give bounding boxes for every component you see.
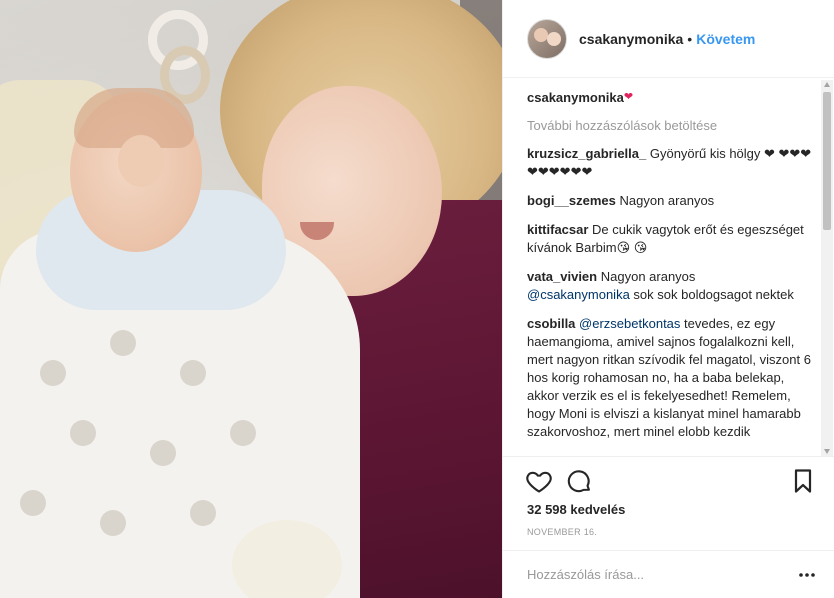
- comment-mention-link[interactable]: @csakanymonika: [527, 287, 630, 302]
- blanket-dot: [190, 500, 216, 526]
- follow-button[interactable]: Követem: [696, 31, 755, 47]
- heart-outline-icon[interactable]: [525, 467, 553, 495]
- comment-item: bogi__szemes Nagyon aranyos: [527, 192, 819, 210]
- caption: csakanymonika❤: [527, 88, 819, 107]
- post-date[interactable]: NOVEMBER 16.: [527, 527, 597, 537]
- comment-text: Nagyon aranyos: [619, 193, 715, 208]
- blanket-dot: [40, 360, 66, 386]
- comment-username[interactable]: vata_vivien: [527, 269, 597, 284]
- post-actions-bar: [503, 456, 834, 504]
- comment-bubble-icon[interactable]: [565, 467, 593, 495]
- scrollbar-thumb[interactable]: [823, 92, 831, 230]
- comment-input[interactable]: [527, 567, 767, 582]
- post-details-panel: csakanymonika • Követem csakanymonika❤ T…: [502, 0, 834, 598]
- blanket-dot: [180, 360, 206, 386]
- baby-fist: [118, 135, 164, 187]
- post-header: csakanymonika • Követem: [503, 0, 834, 78]
- blanket-dot: [70, 420, 96, 446]
- comment-username[interactable]: csobilla: [527, 316, 575, 331]
- comment-item: vata_vivien Nagyon aranyos @csakanymonik…: [527, 268, 819, 304]
- blanket-dot: [110, 330, 136, 356]
- comments-scrollbar[interactable]: [821, 80, 833, 456]
- comment-text: Nagyon aranyos: [600, 269, 696, 284]
- blanket-dot: [230, 420, 256, 446]
- comment-item: csobilla @erzsebetkontas tevedes, ez egy…: [527, 315, 819, 441]
- comment-text: tevedes, ez egy haemangioma, amivel sajn…: [527, 316, 811, 439]
- header-separator: •: [687, 30, 693, 47]
- add-comment-bar: [503, 550, 834, 598]
- comment-item: kittifacsar De cukik vagytok erőt és ege…: [527, 221, 819, 257]
- comment-mention-link[interactable]: @erzsebetkontas: [579, 316, 680, 331]
- comment-username[interactable]: bogi__szemes: [527, 193, 616, 208]
- blanket-dot: [150, 440, 176, 466]
- heart-emoji-icon: ❤: [623, 91, 634, 103]
- more-options-icon[interactable]: [797, 565, 817, 585]
- load-more-comments-button[interactable]: További hozzászólások betöltése: [527, 117, 819, 135]
- scroll-down-arrow-icon[interactable]: [824, 449, 830, 454]
- comment-username[interactable]: kittifacsar: [527, 222, 588, 237]
- avatar[interactable]: [527, 18, 567, 59]
- post-photo[interactable]: [0, 0, 502, 598]
- caption-username[interactable]: csakanymonika: [527, 90, 624, 105]
- comment-text: sok sok boldogsagot nektek: [633, 287, 794, 302]
- blanket-dot: [20, 490, 46, 516]
- scroll-up-arrow-icon[interactable]: [824, 82, 830, 87]
- header-username[interactable]: csakanymonika: [579, 31, 683, 47]
- likes-count[interactable]: 32 598 kedvelés: [527, 502, 625, 517]
- blanket-dot: [100, 510, 126, 536]
- comment-username[interactable]: kruzsicz_gabriella_: [527, 146, 646, 161]
- bookmark-icon[interactable]: [789, 467, 817, 495]
- comment-item: kruzsicz_gabriella_ Gyönyörű kis hölgy ❤…: [527, 145, 819, 181]
- comments-list[interactable]: csakanymonika❤ További hozzászólások bet…: [527, 88, 819, 456]
